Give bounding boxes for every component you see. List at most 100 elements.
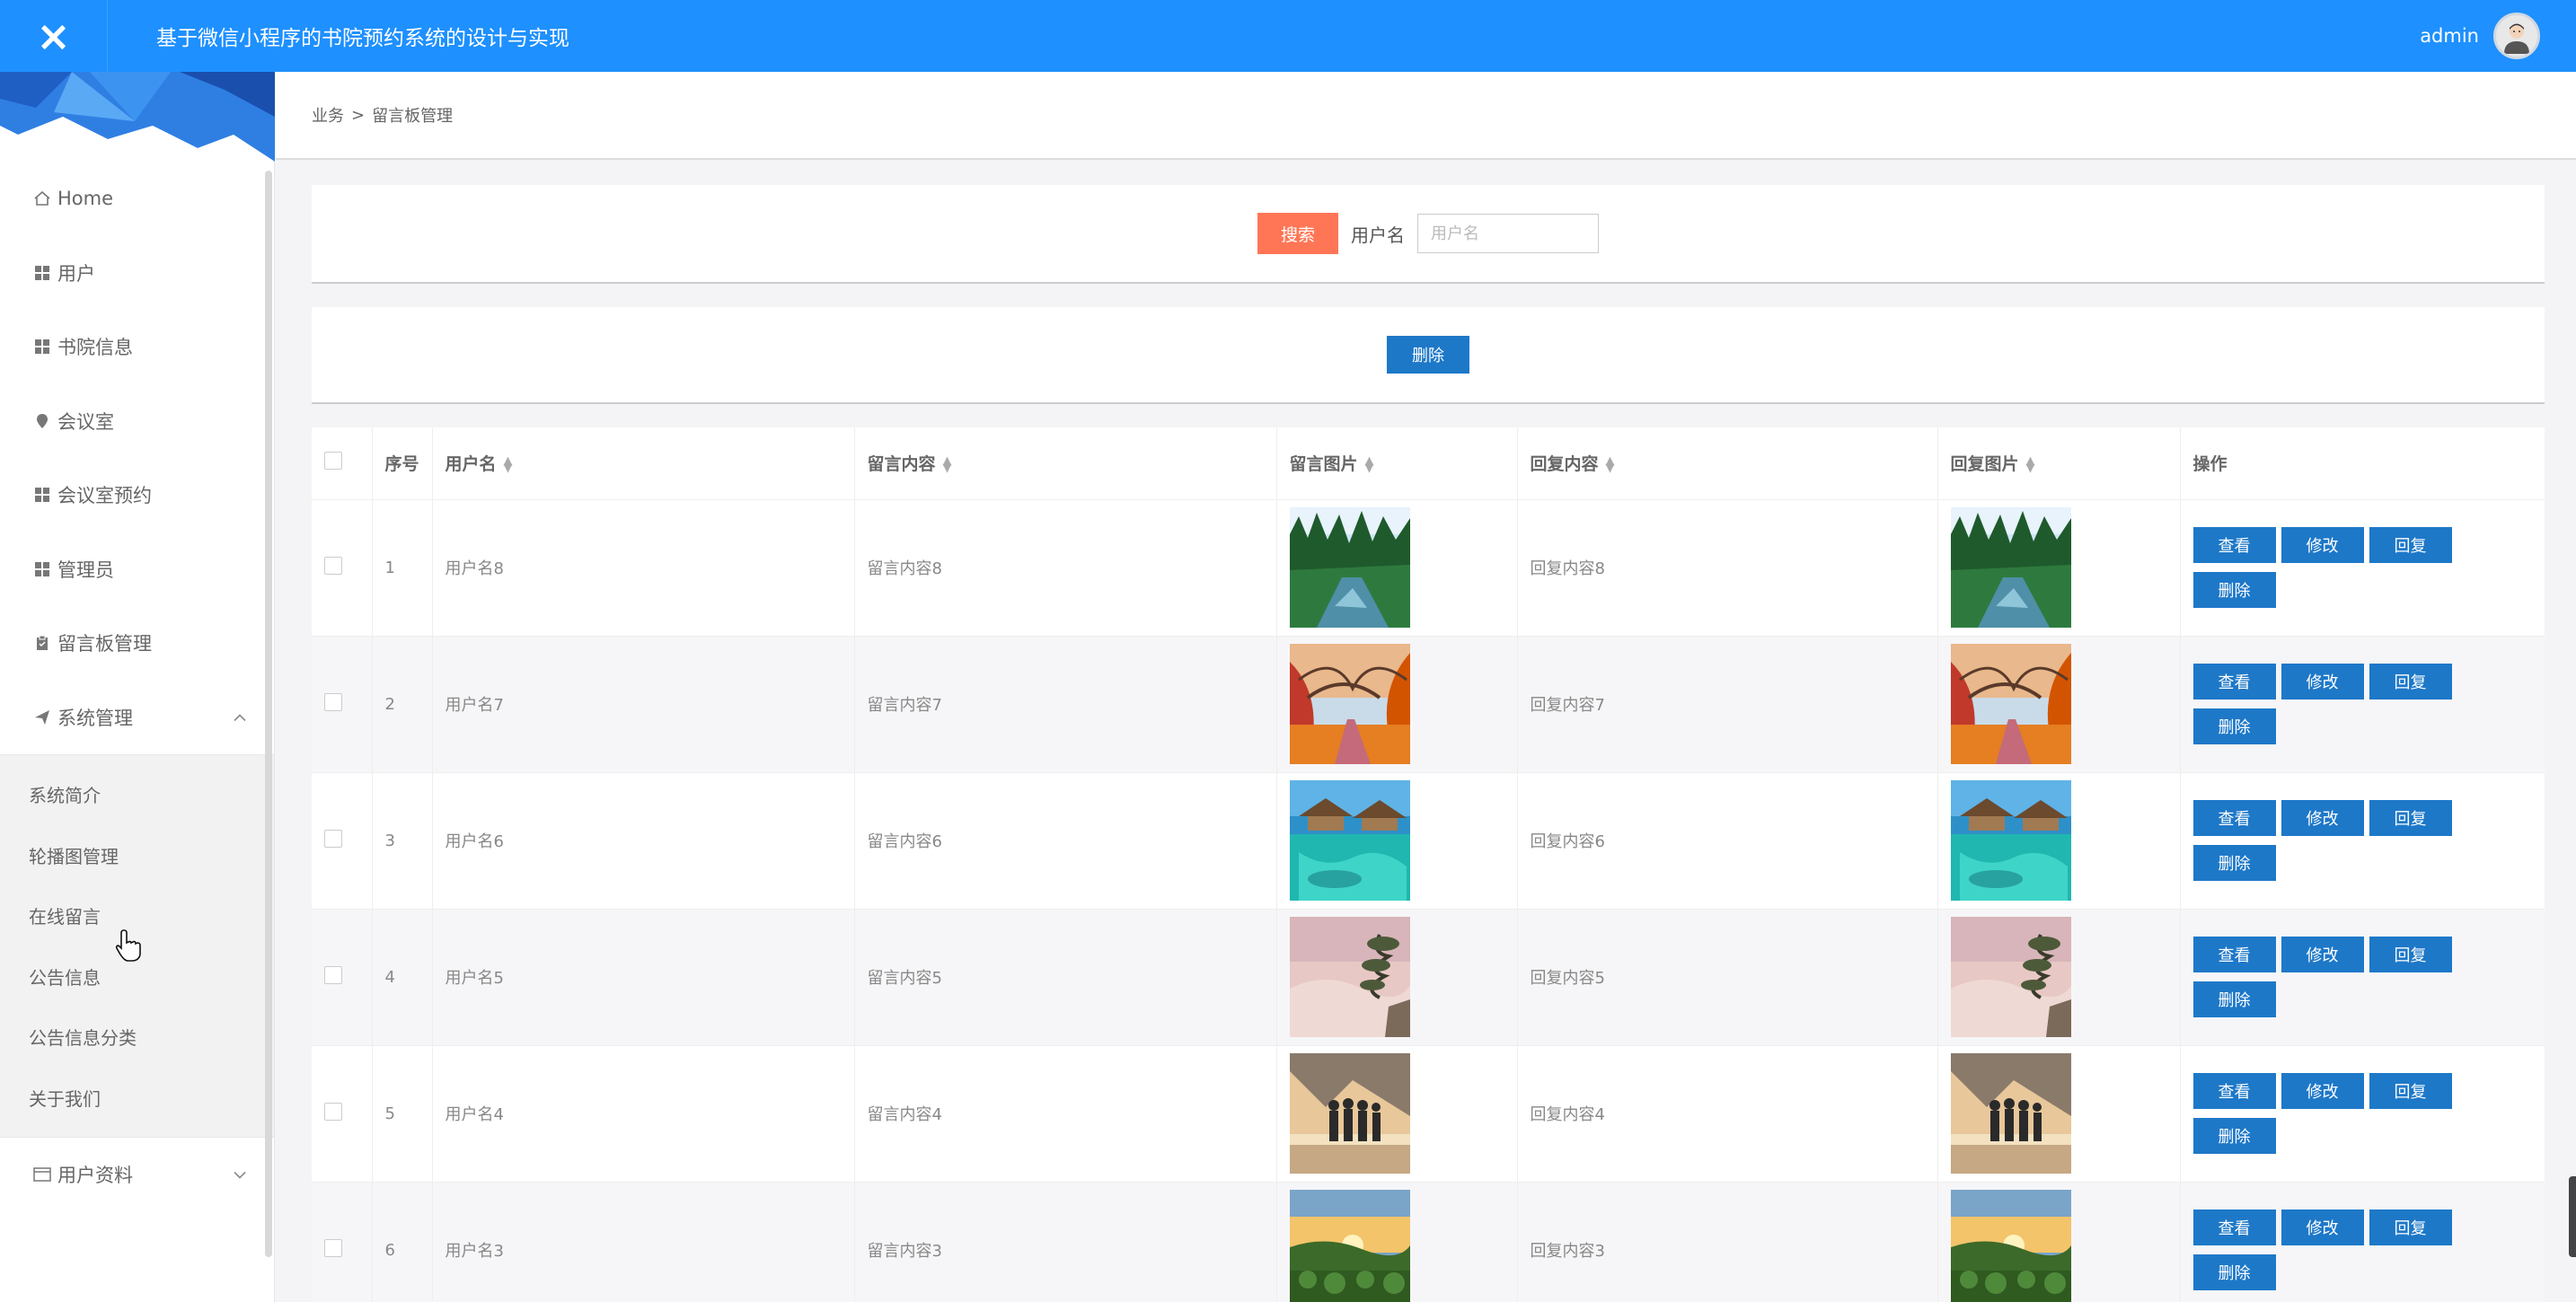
reply-image[interactable]: [1950, 507, 2180, 628]
row-username: 用户名7: [432, 636, 855, 773]
select-all-checkbox[interactable]: [324, 452, 342, 471]
avatar[interactable]: [2493, 13, 2540, 59]
delete-button[interactable]: 删除: [2192, 708, 2276, 744]
view-button[interactable]: 查看: [2192, 664, 2276, 699]
table-row: 2 用户名7 留言内容7 回复内容7 查看 修改 回复 删除: [312, 636, 2545, 773]
row-index: 4: [372, 909, 433, 1046]
edit-button[interactable]: 修改: [2280, 527, 2364, 563]
page-scroll-handle[interactable]: [2569, 1176, 2576, 1257]
sort-icon[interactable]: ▲ ▼: [1365, 455, 1374, 474]
row-actions: 查看 修改 回复 删除: [2192, 664, 2463, 744]
delete-button[interactable]: 删除: [2192, 1118, 2276, 1154]
column-header-username[interactable]: 用户名 ▲ ▼: [432, 427, 855, 500]
delete-button[interactable]: 删除: [2192, 572, 2276, 608]
chevron-up-icon[interactable]: [233, 708, 247, 726]
column-header-reply-image[interactable]: 回复图片 ▲ ▼: [1937, 427, 2181, 500]
edit-button[interactable]: 修改: [2280, 800, 2364, 836]
column-header-content[interactable]: 留言内容 ▲ ▼: [854, 427, 1277, 500]
send-icon: [32, 708, 52, 727]
sidebar-scrollbar[interactable]: [265, 171, 272, 1257]
edit-button[interactable]: 修改: [2280, 1210, 2364, 1245]
message-image[interactable]: [1289, 1053, 1517, 1174]
reply-image[interactable]: [1950, 1053, 2180, 1174]
message-image[interactable]: [1289, 917, 1517, 1037]
row-select-cell: [312, 1182, 373, 1302]
table-row: 1 用户名8 留言内容8 回复内容8 查看 修改 回复 删除: [312, 499, 2545, 637]
reply-button[interactable]: 回复: [2369, 1073, 2452, 1109]
view-button[interactable]: 查看: [2192, 1210, 2276, 1245]
reply-image[interactable]: [1950, 1190, 2180, 1302]
view-button[interactable]: 查看: [2192, 800, 2276, 836]
row-actions: 查看 修改 回复 删除: [2192, 1073, 2463, 1154]
column-header-image[interactable]: 留言图片 ▲ ▼: [1276, 427, 1518, 500]
submenu-item-system-intro[interactable]: 系统简介: [0, 764, 274, 825]
submenu-item-about-us[interactable]: 关于我们: [0, 1068, 274, 1129]
delete-button[interactable]: 删除: [2192, 1254, 2276, 1290]
reply-button[interactable]: 回复: [2369, 664, 2452, 699]
edit-button[interactable]: 修改: [2280, 1073, 2364, 1109]
admin-area[interactable]: admin: [2420, 0, 2540, 72]
reply-image[interactable]: [1950, 644, 2180, 764]
message-image[interactable]: [1289, 644, 1517, 764]
sidebar-item-academy-info[interactable]: 书院信息: [0, 310, 274, 384]
sidebar-item-message-board[interactable]: 留言板管理: [0, 606, 274, 681]
row-reply: 回复内容4: [1517, 1045, 1938, 1183]
row-reply: 回复内容7: [1517, 636, 1938, 773]
row-checkbox[interactable]: [324, 556, 342, 575]
view-button[interactable]: 查看: [2192, 937, 2276, 972]
sidebar-item-users[interactable]: 用户: [0, 236, 274, 311]
message-image[interactable]: [1289, 507, 1517, 628]
message-image[interactable]: [1289, 780, 1517, 901]
batch-delete-button[interactable]: 删除: [1387, 336, 1469, 374]
row-checkbox[interactable]: [324, 965, 342, 984]
view-button[interactable]: 查看: [2192, 527, 2276, 563]
delete-button[interactable]: 删除: [2192, 845, 2276, 881]
delete-button[interactable]: 删除: [2192, 981, 2276, 1017]
reply-image[interactable]: [1950, 780, 2180, 901]
row-image-cell: [1276, 636, 1518, 773]
sidebar-item-home[interactable]: Home: [0, 162, 274, 236]
breadcrumb-current: 留言板管理: [372, 107, 454, 126]
search-button[interactable]: 搜索: [1257, 213, 1338, 254]
sidebar-item-meeting-room[interactable]: 会议室: [0, 384, 274, 459]
reply-button[interactable]: 回复: [2369, 1210, 2452, 1245]
main-content: 业务 > 留言板管理 搜索 用户名 删除 序号 用户名 ▲▼ 留言内容 ▲▼ 留言图…: [276, 72, 2576, 1302]
edit-button[interactable]: 修改: [2280, 937, 2364, 972]
sort-icon[interactable]: ▲ ▼: [504, 455, 513, 474]
reply-image[interactable]: [1950, 917, 2180, 1037]
sidebar-item-room-booking[interactable]: 会议室预约: [0, 458, 274, 532]
submenu-item-carousel[interactable]: 轮播图管理: [0, 825, 274, 886]
row-ops-cell: 查看 修改 回复 删除: [2180, 499, 2545, 637]
row-checkbox[interactable]: [324, 829, 342, 848]
row-checkbox[interactable]: [324, 1238, 342, 1257]
view-button[interactable]: 查看: [2192, 1073, 2276, 1109]
hand-cursor-icon: [115, 929, 141, 962]
row-reply-image-cell: [1937, 636, 2181, 773]
breadcrumb-parent[interactable]: 业务: [312, 103, 344, 127]
column-header-reply[interactable]: 回复内容 ▲ ▼: [1517, 427, 1938, 500]
username-search-input[interactable]: [1417, 214, 1599, 253]
sort-icon[interactable]: ▲ ▼: [1606, 455, 1615, 474]
sidebar-item-system-management[interactable]: 系统管理: [0, 681, 274, 755]
row-username: 用户名3: [432, 1182, 855, 1302]
row-ops-cell: 查看 修改 回复 删除: [2180, 636, 2545, 773]
edit-button[interactable]: 修改: [2280, 664, 2364, 699]
row-reply: 回复内容5: [1517, 909, 1938, 1046]
row-actions: 查看 修改 回复 删除: [2192, 800, 2463, 881]
close-icon[interactable]: ×: [0, 0, 108, 72]
row-checkbox[interactable]: [324, 1102, 342, 1121]
row-checkbox[interactable]: [324, 692, 342, 711]
sidebar-item-admins[interactable]: 管理员: [0, 532, 274, 607]
message-image[interactable]: [1289, 1190, 1517, 1302]
reply-button[interactable]: 回复: [2369, 800, 2452, 836]
row-index: 6: [372, 1182, 433, 1302]
row-index: 3: [372, 772, 433, 910]
sort-icon[interactable]: ▲ ▼: [943, 455, 952, 474]
admin-name[interactable]: admin: [2420, 25, 2479, 47]
sort-icon[interactable]: ▲ ▼: [2026, 455, 2035, 474]
chevron-down-icon[interactable]: [233, 1166, 247, 1184]
submenu-item-notice-category[interactable]: 公告信息分类: [0, 1007, 274, 1068]
sidebar-item-user-profile[interactable]: 用户资料: [0, 1138, 274, 1212]
reply-button[interactable]: 回复: [2369, 527, 2452, 563]
reply-button[interactable]: 回复: [2369, 937, 2452, 972]
